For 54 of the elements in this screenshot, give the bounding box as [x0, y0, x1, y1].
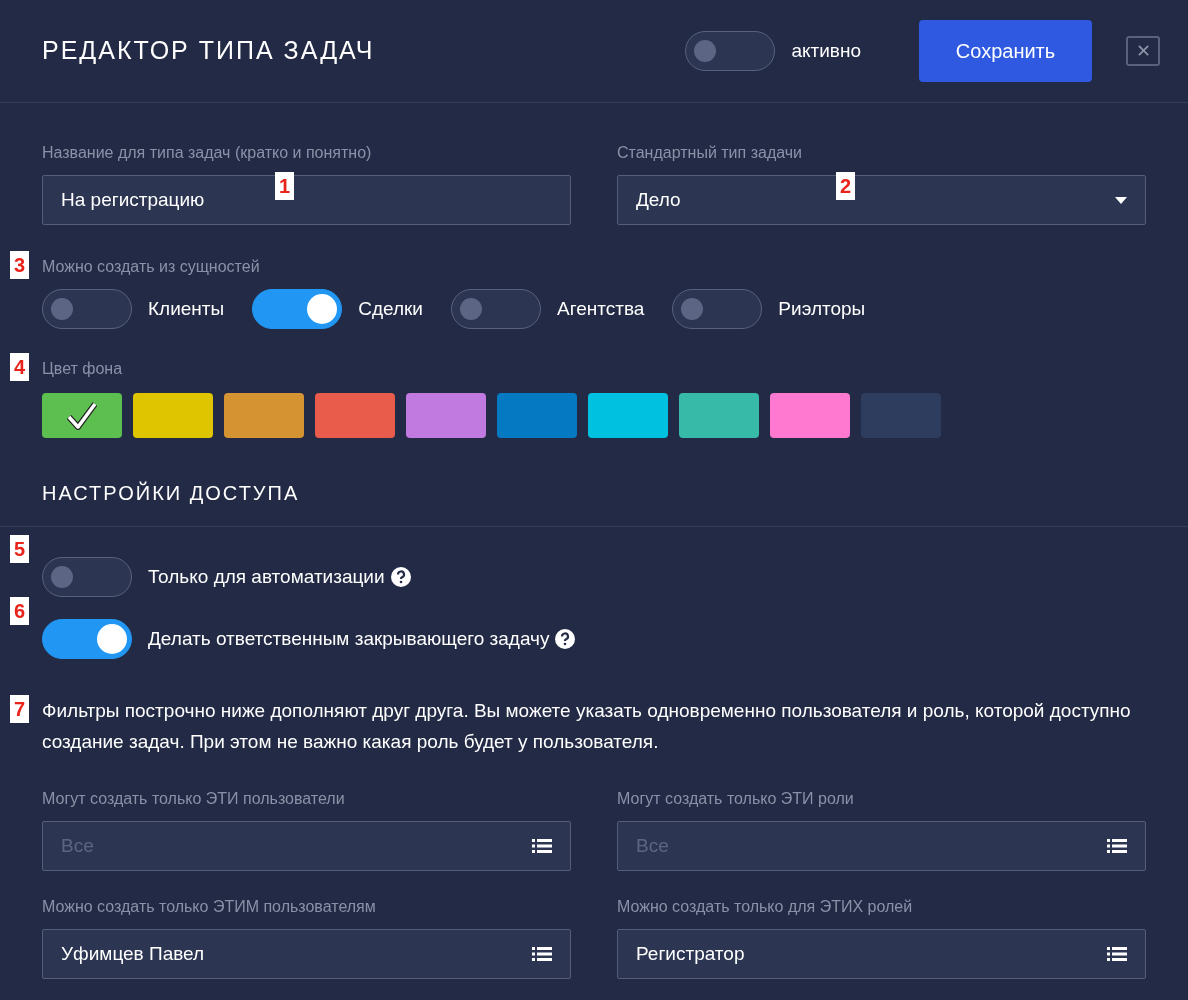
field-label: Можно создать только ЭТИМ пользователям — [42, 897, 377, 917]
color-swatch[interactable] — [42, 393, 122, 438]
field-label: Могут создать только ЭТИ роли — [617, 789, 855, 809]
annotation-marker: 3 — [10, 251, 30, 279]
color-swatch[interactable] — [315, 393, 395, 438]
color-swatch[interactable] — [588, 393, 668, 438]
filter-field[interactable]: Регистратор — [617, 929, 1146, 979]
color-swatch[interactable] — [406, 393, 486, 438]
close-button[interactable]: ✕ — [1126, 36, 1160, 66]
window-title: РЕДАКТОР ТИПА ЗАДАЧ — [42, 35, 376, 67]
filter-field[interactable]: Уфимцев Павел — [42, 929, 571, 979]
color-swatch[interactable] — [861, 393, 941, 438]
toggle-switch[interactable] — [42, 619, 132, 659]
toggle-switch[interactable] — [42, 289, 132, 329]
field-label: Могут создать только ЭТИ пользователи — [42, 789, 346, 809]
annotation-marker: 2 — [836, 172, 856, 200]
toggle-label: Сделки — [358, 296, 423, 321]
color-swatch[interactable] — [133, 393, 213, 438]
toggle-switch[interactable] — [42, 557, 132, 597]
field-label: Можно создать из сущностей — [42, 257, 261, 277]
toggle-label: Клиенты — [148, 296, 225, 321]
field-label: Стандартный тип задачи — [617, 143, 804, 163]
color-swatch[interactable] — [679, 393, 759, 438]
filters-note: Фильтры построчно ниже дополняют друг друга. Вы можете указать одновременно пользователя и роль, которой доступно создание задач. При этом не важно какая роль будет у пользователя. — [42, 699, 1132, 754]
checkmark-icon — [67, 401, 97, 430]
toggle-switch[interactable] — [450, 289, 541, 329]
list-icon[interactable] — [1107, 838, 1127, 854]
option-label: Делать ответственным закрывающего задачу — [148, 626, 550, 651]
help-icon[interactable] — [555, 629, 576, 649]
annotation-marker: 5 — [10, 535, 30, 563]
field-label: Можно создать только для ЭТИХ ролей — [617, 897, 914, 917]
toggle-switch[interactable] — [685, 31, 776, 71]
annotation-marker: 1 — [275, 172, 295, 200]
toggle-label: активно — [791, 38, 861, 63]
field-label: Название для типа задач (кратко и понятно) — [42, 143, 373, 163]
list-icon[interactable] — [532, 838, 552, 854]
toggle-label: Риэлторы — [778, 296, 866, 321]
annotation-marker: 4 — [10, 353, 30, 381]
section-title: НАСТРОЙКИ ДОСТУПА — [42, 480, 301, 506]
list-icon[interactable] — [532, 946, 552, 962]
color-swatch[interactable] — [224, 393, 304, 438]
color-swatch[interactable] — [770, 393, 850, 438]
help-icon[interactable] — [390, 567, 411, 587]
toggle-switch[interactable] — [252, 289, 343, 329]
field-label: Цвет фона — [42, 359, 124, 379]
save-button[interactable]: Сохранить — [919, 20, 1092, 82]
toggle-switch[interactable] — [672, 289, 763, 329]
option-label: Только для автоматизации — [148, 564, 385, 589]
caret-icon — [1115, 196, 1127, 204]
toggle-label: Агентства — [556, 296, 645, 321]
annotation-marker: 7 — [10, 695, 30, 723]
list-icon[interactable] — [1107, 946, 1127, 962]
annotation-marker: 6 — [10, 597, 30, 625]
color-swatch[interactable] — [497, 393, 577, 438]
